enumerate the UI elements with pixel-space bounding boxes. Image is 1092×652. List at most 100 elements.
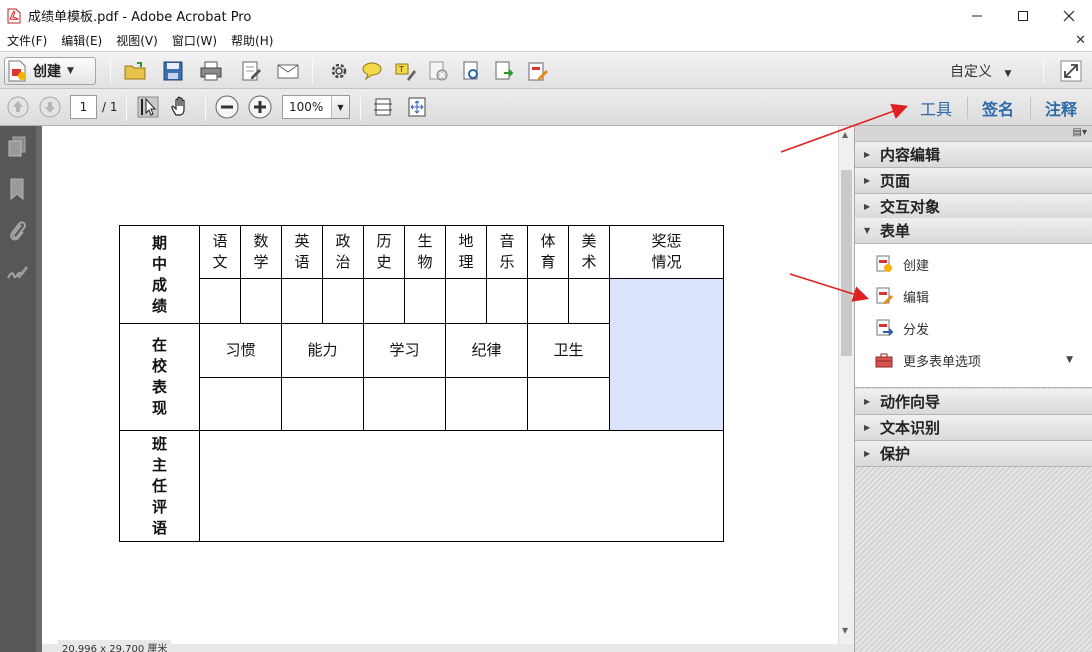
header-char: 历 [376, 232, 392, 250]
acrobat-pdf-icon [6, 8, 22, 24]
score-cell[interactable] [281, 278, 323, 324]
next-page-button[interactable] [37, 94, 63, 120]
full-screen-button[interactable] [1058, 58, 1084, 84]
form-edit-item[interactable]: 编辑 [873, 284, 929, 308]
panel-forms[interactable]: ▼ 表单 [855, 218, 1092, 244]
chevron-down-icon[interactable]: ▼ [331, 96, 349, 118]
score-cell[interactable] [486, 278, 528, 324]
export-page-icon [495, 61, 514, 80]
reward-header: 奖惩 情况 [609, 225, 724, 279]
attachment-paperclip-icon[interactable] [5, 218, 29, 244]
menu-view[interactable]: 视图(V) [109, 31, 165, 51]
behavior-cell[interactable] [199, 377, 282, 431]
header-char: 治 [335, 253, 351, 271]
behavior-cell[interactable] [281, 377, 364, 431]
reward-form-field[interactable] [609, 278, 724, 431]
page-number-input[interactable]: 1 [70, 95, 97, 119]
teacher-comment-cell[interactable] [199, 430, 724, 542]
remove-button[interactable] [425, 58, 451, 84]
menu-edit[interactable]: 编辑(E) [54, 31, 109, 51]
panel-title: 动作向导 [880, 393, 941, 411]
more-form-options-item[interactable]: 更多表单选项 ▼ [873, 348, 1087, 372]
scroll-down-icon[interactable]: ▼ [842, 626, 848, 635]
score-cell[interactable] [404, 278, 446, 324]
header-char: 理 [458, 253, 474, 271]
panel-pages[interactable]: ▶ 页面 [855, 168, 1092, 194]
attach-button[interactable] [458, 58, 484, 84]
form-item-label: 编辑 [903, 290, 930, 306]
vertical-scrollbar[interactable]: ▲ ▼ [838, 126, 854, 644]
menu-bar: 文件(F) 编辑(E) 视图(V) 窗口(W) 帮助(H) ✕ [0, 31, 1092, 51]
create-button-label: 创建 [33, 64, 61, 80]
settings-button[interactable] [326, 58, 352, 84]
comment-button[interactable] [359, 58, 385, 84]
zoom-select[interactable]: 100% ▼ [282, 95, 350, 119]
menu-file[interactable]: 文件(F) [0, 31, 54, 51]
pane-options-icon[interactable]: ▤▾ [1073, 127, 1087, 138]
form-create-item[interactable]: 创建 [873, 252, 929, 276]
scrollbar-thumb[interactable] [841, 170, 852, 356]
menu-help[interactable]: 帮助(H) [224, 31, 280, 51]
zoom-value: 100% [289, 100, 324, 114]
menu-window[interactable]: 窗口(W) [165, 31, 224, 51]
zoom-in-button[interactable] [247, 94, 273, 120]
forms-panel-body: 创建 编辑 分发 更多表单选项 ▼ [855, 244, 1092, 388]
maximize-button[interactable] [1000, 0, 1046, 31]
customize-dropdown[interactable]: 自定义 ▼ [950, 61, 1011, 81]
speech-bubble-icon [362, 62, 382, 81]
score-cell[interactable] [322, 278, 364, 324]
gear-icon [331, 63, 347, 79]
create-button[interactable]: 创建 ▼ [4, 57, 96, 85]
page-thumbnails-icon[interactable] [5, 134, 29, 160]
edit-document-button[interactable] [238, 58, 264, 84]
behavior-cell[interactable] [445, 377, 528, 431]
minimize-button[interactable] [954, 0, 1000, 31]
print-button[interactable] [198, 58, 224, 84]
close-document-icon[interactable]: ✕ [1075, 33, 1086, 48]
form-distribute-item[interactable]: 分发 [873, 316, 929, 340]
zoom-out-button[interactable] [214, 94, 240, 120]
subject-header-pe: 体育 [527, 225, 569, 279]
triangle-right-icon: ▶ [864, 397, 871, 406]
highlight-button[interactable]: T [392, 58, 418, 84]
behavior-cell[interactable] [527, 377, 610, 431]
save-button[interactable] [160, 58, 186, 84]
tab-comment[interactable]: 注释 [1045, 96, 1077, 120]
header-char: 生 [417, 232, 433, 250]
score-cell[interactable] [240, 278, 282, 324]
behavior-cell[interactable] [363, 377, 446, 431]
form-edit-button[interactable] [524, 58, 550, 84]
edit-page-icon [242, 61, 261, 81]
close-window-button[interactable] [1046, 0, 1092, 31]
export-button[interactable] [491, 58, 517, 84]
row-label-char: 成 [151, 275, 167, 294]
bookmark-icon[interactable] [5, 176, 29, 202]
score-cell[interactable] [363, 278, 405, 324]
tab-sign[interactable]: 签名 [982, 96, 1014, 120]
score-cell[interactable] [445, 278, 487, 324]
panel-protection[interactable]: ▶ 保护 [855, 441, 1092, 467]
score-cell[interactable] [527, 278, 569, 324]
scroll-up-icon[interactable]: ▲ [842, 130, 848, 139]
chevron-down-icon[interactable]: ▼ [1066, 355, 1073, 365]
panel-interactive-objects[interactable]: ▶ 交互对象 [855, 194, 1092, 220]
main-toolbar: 创建 ▼ T 自定义 ▼ [0, 51, 1092, 89]
panel-content-editing[interactable]: ▶ 内容编辑 [855, 142, 1092, 168]
tab-tools[interactable]: 工具 [920, 96, 952, 120]
arrow-down-circle-icon [39, 96, 61, 118]
panel-action-wizard[interactable]: ▶ 动作向导 [855, 389, 1092, 415]
tab-divider [1030, 97, 1031, 119]
select-tool-button[interactable] [135, 94, 161, 120]
previous-page-button[interactable] [5, 94, 31, 120]
email-button[interactable] [275, 58, 301, 84]
score-cell[interactable] [568, 278, 610, 324]
fit-page-button[interactable] [370, 94, 396, 120]
panel-text-recognition[interactable]: ▶ 文本识别 [855, 415, 1092, 441]
hand-tool-button[interactable] [168, 94, 194, 120]
score-cell[interactable] [199, 278, 241, 324]
open-folder-button[interactable] [122, 58, 148, 84]
signature-icon[interactable] [5, 260, 29, 286]
panel-title: 表单 [880, 222, 911, 240]
fit-width-button[interactable] [404, 94, 430, 120]
envelope-icon [277, 64, 299, 79]
